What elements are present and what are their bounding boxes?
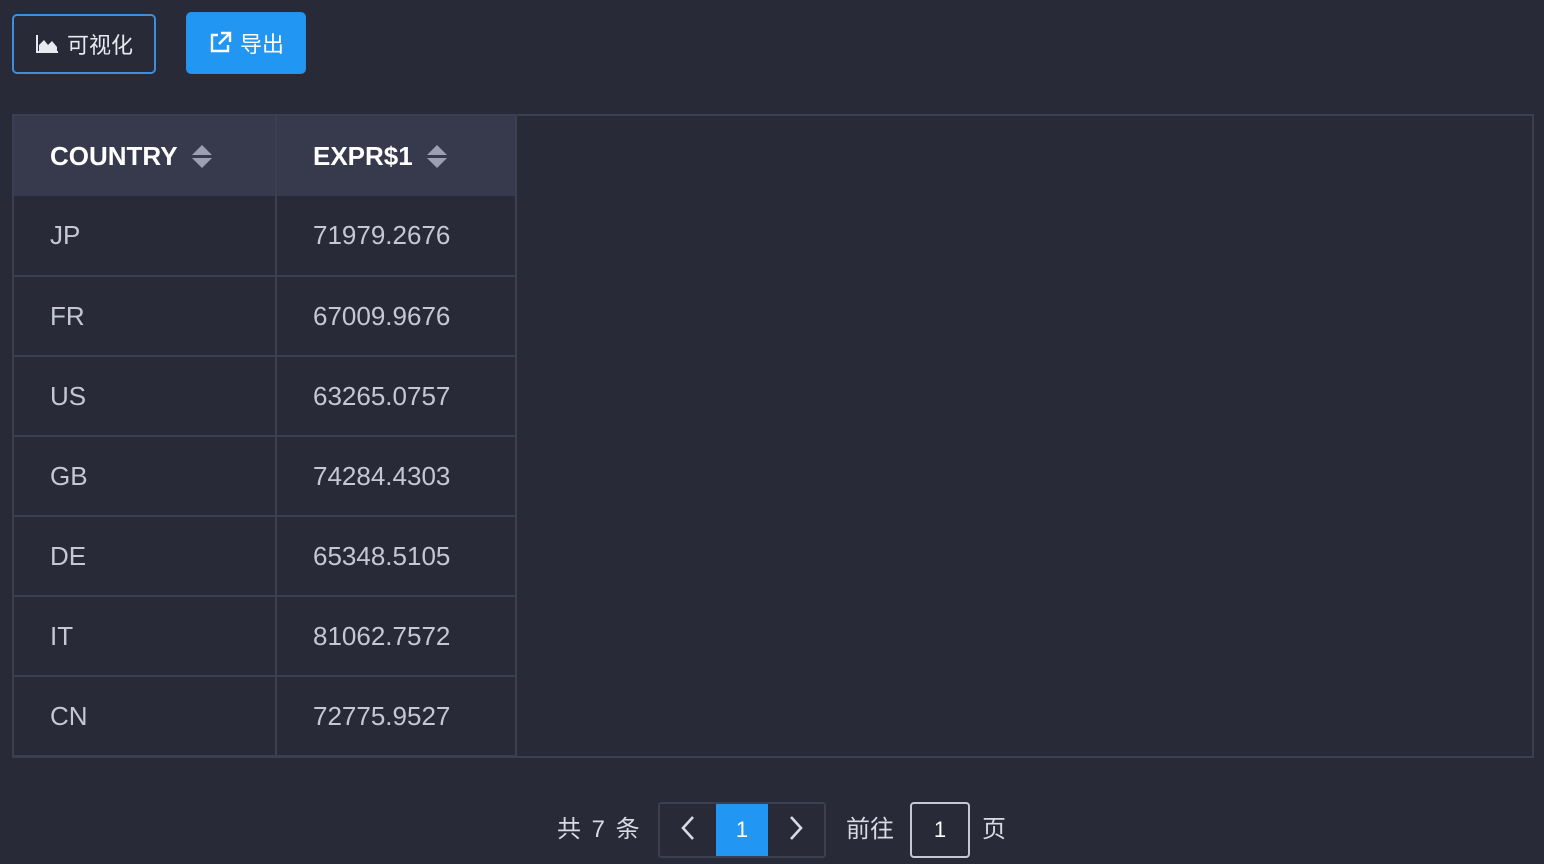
cell-value: 74284.4303: [276, 436, 517, 517]
external-link-icon: [208, 31, 232, 55]
column-header-label: EXPR$1: [313, 140, 413, 171]
cell-value: 72775.9527: [276, 676, 517, 757]
table-row: FR 67009.9676: [14, 276, 517, 357]
cell-value: 81062.7572: [276, 596, 517, 677]
table-row: GB 74284.4303: [14, 436, 517, 517]
table-row: US 63265.0757: [14, 356, 517, 437]
cell-value: 63265.0757: [276, 356, 517, 437]
prev-page-button[interactable]: [660, 804, 716, 856]
column-header-expr[interactable]: EXPR$1: [276, 116, 517, 196]
pager-controls: 1: [658, 802, 826, 858]
result-table: COUNTRY EXPR$1 JP 71979.2676 FR 67009.96…: [14, 116, 517, 757]
page-number-current[interactable]: 1: [716, 804, 768, 856]
table-row: CN 72775.9527: [14, 676, 517, 757]
cell-value: 71979.2676: [276, 196, 517, 277]
result-table-container: COUNTRY EXPR$1 JP 71979.2676 FR 67009.96…: [12, 114, 1534, 758]
next-page-button[interactable]: [768, 804, 824, 856]
chevron-left-icon: [680, 815, 696, 846]
cell-country: DE: [14, 516, 277, 597]
chevron-right-icon: [788, 815, 804, 846]
visualize-label: 可视化: [66, 33, 133, 58]
page-suffix: 页: [982, 816, 1006, 843]
table-row: DE 65348.5105: [14, 516, 517, 597]
cell-country: CN: [14, 676, 277, 757]
cell-value: 67009.9676: [276, 276, 517, 357]
cell-country: FR: [14, 276, 277, 357]
area-chart-icon: [35, 34, 59, 54]
table-row: IT 81062.7572: [14, 596, 517, 677]
goto-label: 前往: [846, 816, 894, 843]
pagination-total: 共 7 条: [557, 816, 640, 843]
pagination: 共 7 条 1 前往 页: [0, 802, 1544, 858]
table-row: JP 71979.2676: [14, 196, 517, 277]
cell-country: IT: [14, 596, 277, 677]
export-label: 导出: [239, 32, 284, 57]
sort-icon[interactable]: [426, 144, 447, 168]
visualize-button[interactable]: 可视化: [12, 14, 156, 74]
cell-country: JP: [14, 196, 277, 277]
export-button[interactable]: 导出: [186, 12, 306, 74]
column-header-country[interactable]: COUNTRY: [14, 116, 277, 196]
goto-page-input[interactable]: [910, 802, 970, 858]
cell-country: US: [14, 356, 277, 437]
column-header-label: COUNTRY: [50, 140, 178, 171]
table-header-row: COUNTRY EXPR$1: [14, 116, 517, 196]
cell-country: GB: [14, 436, 277, 517]
cell-value: 65348.5105: [276, 516, 517, 597]
sort-icon[interactable]: [191, 144, 212, 168]
